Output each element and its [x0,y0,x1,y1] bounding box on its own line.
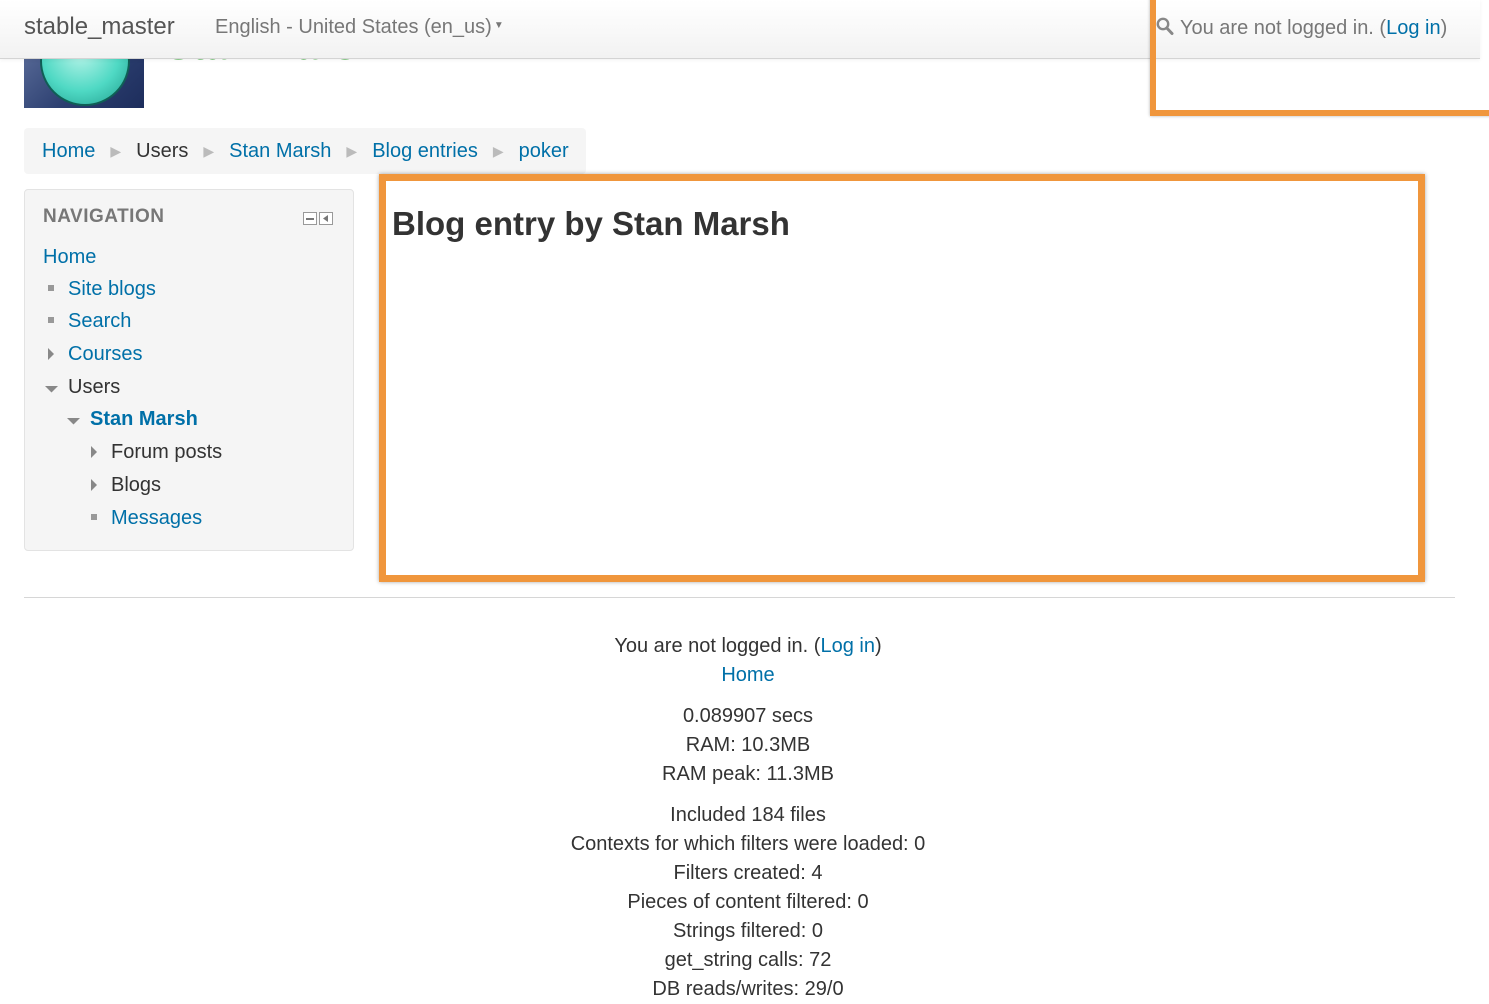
perf-db-reads-writes: DB reads/writes: 29/0 [652,978,844,1000]
nav-item-site-blogs[interactable]: Site blogs [43,275,156,303]
perf-contexts: Contexts for which filters were loaded: … [570,833,926,855]
nav-item-courses-label[interactable]: Courses [68,343,142,365]
breadcrumb-users: Users [136,139,189,162]
nav-item-blogs-label: Blogs [111,474,162,496]
breadcrumb-stan-marsh[interactable]: Stan Marsh [229,140,331,163]
highlight-box-login [1150,0,1489,116]
nav-item-courses[interactable]: Courses [43,340,142,368]
bullet-icon [86,504,102,532]
nav-item-site-blogs-label[interactable]: Site blogs [68,278,156,300]
perf-ram: RAM: 10.3MB [685,734,811,756]
breadcrumb-blog-entries[interactable]: Blog entries [372,140,478,163]
footer-home-link[interactable]: Home [721,664,774,686]
nav-item-stan-marsh-label[interactable]: Stan Marsh [90,408,198,430]
dock-block-icon[interactable] [319,212,333,225]
nav-item-search[interactable]: Search [43,307,131,335]
footer-login-info: You are not logged in. (Log in) [24,632,1472,661]
perf-strings-filtered: Strings filtered: 0 [672,920,824,942]
expand-arrow-icon[interactable] [43,340,59,368]
footer-login-suffix: ) [874,635,882,657]
footer-divider [24,597,1455,598]
breadcrumb-home[interactable]: Home [42,140,95,163]
breadcrumb: Home ▶ Users ▶ Stan Marsh ▶ Blog entries… [24,128,586,174]
nav-item-forum-posts[interactable]: Forum posts [86,438,222,466]
collapse-arrow-icon[interactable] [43,373,59,401]
breadcrumb-separator-icon: ▶ [492,142,504,159]
nav-item-home-label[interactable]: Home [43,246,96,268]
nav-item-home[interactable]: Home [43,243,96,271]
nav-item-blogs[interactable]: Blogs [86,471,161,499]
breadcrumb-separator-icon: ▶ [110,142,122,159]
site-brand[interactable]: stable_master [24,13,175,41]
perf-ram-peak: RAM peak: 11.3MB [662,763,834,785]
perf-secs: 0.089907 secs [682,705,814,727]
breadcrumb-separator-icon: ▶ [346,142,358,159]
perf-included-files: Included 184 files [670,804,826,826]
nav-item-users[interactable]: Users [43,373,120,401]
language-label: English - United States (en_us) [215,16,492,38]
caret-down-icon: ▼ [493,20,504,31]
expand-arrow-icon[interactable] [86,471,102,499]
nav-item-search-label[interactable]: Search [68,310,131,332]
nav-item-users-label: Users [68,376,121,398]
nav-item-forum-posts-label: Forum posts [111,441,223,463]
breadcrumb-separator-icon: ▶ [203,142,215,159]
block-controls [303,212,333,225]
breadcrumb-poker[interactable]: poker [519,140,569,163]
perf-pieces-filtered: Pieces of content filtered: 0 [627,891,869,913]
nav-item-messages-label[interactable]: Messages [111,507,202,529]
main-heading: Blog entry by Stan Marsh [392,205,790,242]
page-footer: You are not logged in. (Log in) Home 0.0… [24,632,1472,1004]
perf-get-string-calls: get_string calls: 72 [664,949,832,971]
nav-item-stan-marsh[interactable]: Stan Marsh [65,405,198,433]
navigation-title: NAVIGATION [43,206,165,227]
navigation-block: NAVIGATION Home Site blogs Search Course… [24,189,354,551]
footer-login-link[interactable]: Log in [820,635,875,657]
collapse-arrow-icon[interactable] [65,405,81,433]
bullet-icon [43,307,59,335]
bullet-icon [43,275,59,303]
nav-item-messages[interactable]: Messages [86,504,202,532]
footer-login-prefix: You are not logged in. ( [614,635,821,657]
collapse-block-icon[interactable] [303,212,317,225]
expand-arrow-icon[interactable] [86,438,102,466]
language-menu[interactable]: English - United States (en_us) ▼ [215,16,504,39]
perf-filters-created: Filters created: 4 [673,862,823,884]
